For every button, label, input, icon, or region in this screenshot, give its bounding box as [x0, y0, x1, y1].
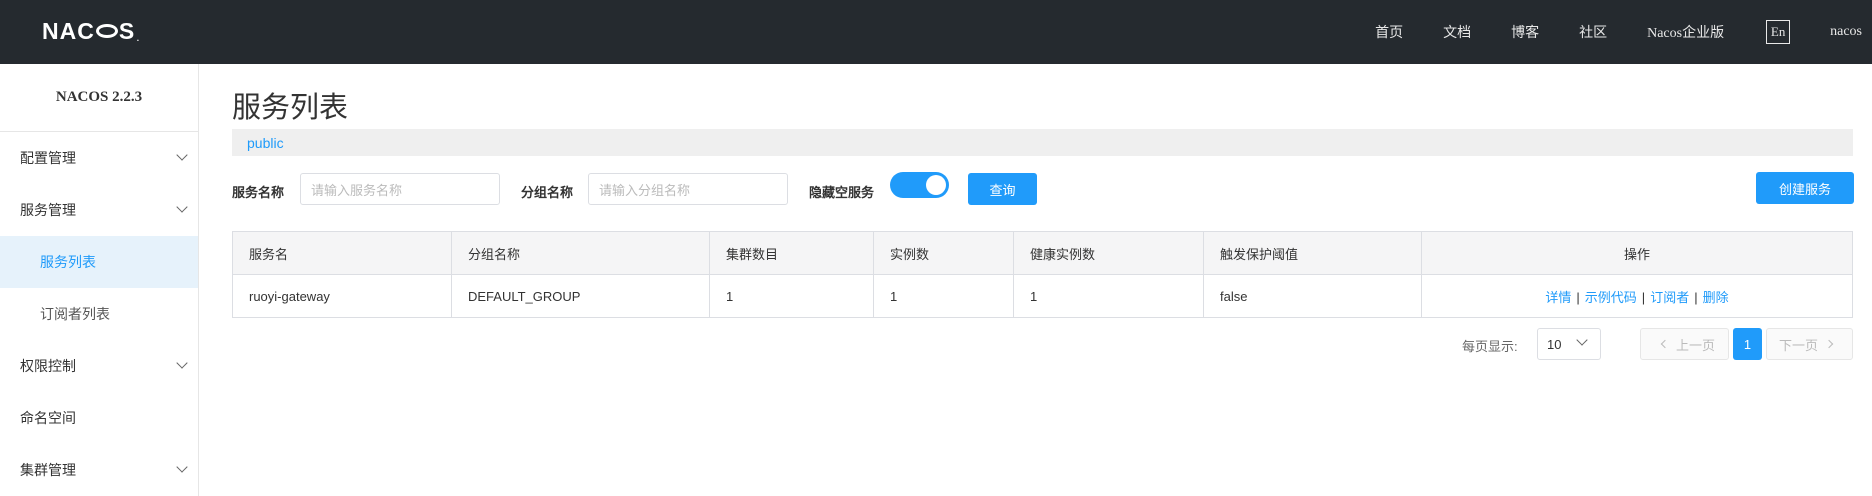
table-row: ruoyi-gateway DEFAULT_GROUP 1 1 1 false …	[232, 274, 1853, 318]
nav-blog[interactable]: 博客	[1511, 22, 1539, 42]
chevron-down-icon	[177, 205, 186, 214]
chevron-down-icon	[177, 465, 186, 474]
pagination: 每页显示: 10 上一页 1 下一页	[199, 328, 1853, 360]
nav-docs[interactable]: 文档	[1443, 22, 1471, 42]
cell-healthy-count: 1	[1013, 274, 1204, 318]
hide-empty-toggle[interactable]	[890, 172, 949, 198]
nav-community[interactable]: 社区	[1579, 22, 1607, 42]
cell-service-name: ruoyi-gateway	[232, 274, 452, 318]
service-name-label: 服务名称	[232, 185, 285, 200]
sidebar-item-label: 服务管理	[20, 202, 76, 218]
sample-code-link[interactable]: 示例代码	[1585, 290, 1637, 305]
column-header: 操作	[1421, 231, 1853, 275]
nacos-logo[interactable]: NAC S.	[42, 18, 140, 45]
page-number-current[interactable]: 1	[1733, 328, 1762, 360]
sidebar-item-namespace[interactable]: 命名空间	[0, 392, 198, 444]
cell-protect-threshold: false	[1203, 274, 1422, 318]
group-name-input[interactable]	[588, 173, 788, 205]
namespace-tab-public[interactable]: public	[247, 135, 284, 151]
per-page-select[interactable]: 10	[1537, 328, 1601, 360]
sidebar-item-access-control[interactable]: 权限控制	[0, 340, 198, 392]
chevron-down-icon	[177, 153, 186, 162]
top-nav: 首页 文档 博客 社区 Nacos企业版 En nacos	[1375, 0, 1872, 64]
create-service-button[interactable]: 创建服务	[1756, 172, 1854, 204]
delete-link[interactable]: 删除	[1703, 290, 1729, 305]
per-page-label: 每页显示:	[1462, 339, 1518, 354]
sidebar-item-service-list[interactable]: 服务列表	[0, 236, 198, 288]
sidebar-item-service-management[interactable]: 服务管理	[0, 184, 198, 236]
chevron-left-icon	[1660, 339, 1670, 349]
column-header: 健康实例数	[1013, 231, 1204, 275]
chevron-right-icon	[1824, 339, 1834, 349]
namespace-bar: public	[232, 129, 1853, 156]
chevron-down-icon	[177, 361, 186, 370]
sidebar-item-label: 集群管理	[20, 462, 76, 478]
cell-group-name: DEFAULT_GROUP	[451, 274, 710, 318]
nav-enterprise[interactable]: Nacos企业版	[1647, 22, 1724, 42]
chevron-down-icon	[1577, 338, 1586, 347]
column-header: 集群数目	[709, 231, 874, 275]
sidebar-item-subscriber-list[interactable]: 订阅者列表	[0, 288, 198, 340]
cell-instance-count: 1	[873, 274, 1014, 318]
language-switch-button[interactable]: En	[1766, 20, 1791, 44]
cell-actions: 详情 | 示例代码 | 订阅者 | 删除	[1421, 274, 1853, 318]
group-name-label: 分组名称	[521, 185, 574, 200]
sidebar-item-label: 命名空间	[20, 410, 76, 426]
subscribers-link[interactable]: 订阅者	[1650, 290, 1689, 305]
cell-cluster-count: 1	[709, 274, 874, 318]
page-title: 服务列表	[232, 92, 349, 124]
hide-empty-label: 隐藏空服务	[809, 185, 875, 200]
column-header: 实例数	[873, 231, 1014, 275]
sidebar-item-config-management[interactable]: 配置管理	[0, 132, 198, 184]
toggle-knob	[926, 175, 946, 195]
nav-home[interactable]: 首页	[1375, 22, 1403, 42]
prev-page-button[interactable]: 上一页	[1640, 328, 1729, 360]
query-button[interactable]: 查询	[968, 173, 1037, 205]
username[interactable]: nacos	[1830, 24, 1862, 40]
service-name-input[interactable]	[300, 173, 500, 205]
details-link[interactable]: 详情	[1545, 290, 1571, 305]
sidebar-item-label: 订阅者列表	[40, 306, 110, 322]
column-header: 分组名称	[451, 231, 710, 275]
sidebar-item-cluster-management[interactable]: 集群管理	[0, 444, 198, 496]
main-content: 服务列表 public 服务名称 分组名称 隐藏空服务 查询 创建服务 服务名 …	[199, 64, 1872, 496]
sidebar-item-label: 服务列表	[40, 254, 96, 270]
per-page-value: 10	[1547, 336, 1562, 352]
table-header-row: 服务名 分组名称 集群数目 实例数 健康实例数 触发保护阈值 操作	[232, 231, 1853, 275]
version-label: NACOS 2.2.3	[0, 64, 198, 132]
column-header: 触发保护阈值	[1203, 231, 1422, 275]
service-table: 服务名 分组名称 集群数目 实例数 健康实例数 触发保护阈值 操作 ruoyi-…	[232, 231, 1853, 318]
column-header: 服务名	[232, 231, 452, 275]
sidebar-item-label: 配置管理	[20, 150, 76, 166]
sidebar-item-label: 权限控制	[20, 358, 76, 374]
top-navbar: NAC S. 首页 文档 博客 社区 Nacos企业版 En nacos	[0, 0, 1872, 64]
sidebar: NACOS 2.2.3 配置管理 服务管理 服务列表 订阅者列表 权限控制 命名…	[0, 64, 199, 496]
next-page-button[interactable]: 下一页	[1766, 328, 1853, 360]
